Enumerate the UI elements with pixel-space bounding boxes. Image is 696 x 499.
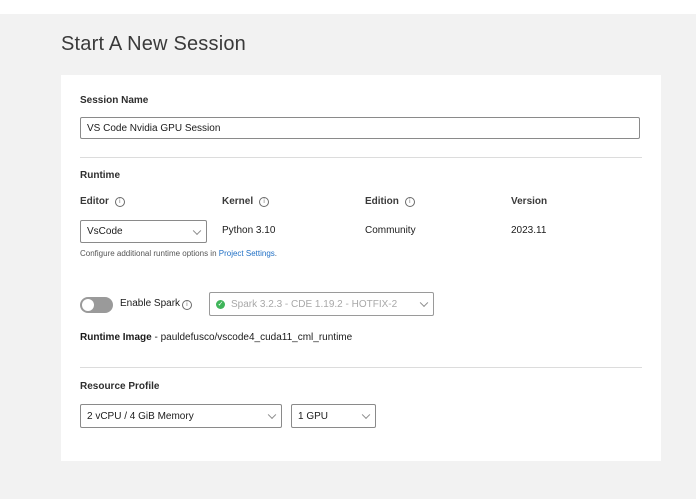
toggle-knob (82, 299, 94, 311)
info-icon[interactable]: i (259, 196, 270, 207)
spark-version-select[interactable]: ✓ Spark 3.2.3 - CDE 1.19.2 - HOTFIX-2 (209, 292, 434, 316)
runtime-image: Runtime Image - pauldefusco/vscode4_cuda… (80, 332, 352, 343)
session-form-card: Session Name Runtime Editor i Kernel i E… (61, 75, 661, 461)
runtime-image-label: Runtime Image (80, 332, 152, 343)
gpu-select[interactable]: 1 GPU (291, 404, 376, 428)
kernel-label: Kernel (222, 196, 254, 207)
check-circle-icon: ✓ (216, 299, 225, 309)
resource-profile-label: Resource Profile (80, 381, 160, 392)
enable-spark-label: Enable Spark (120, 298, 181, 309)
info-icon[interactable]: i (404, 196, 415, 207)
session-name-label: Session Name (80, 95, 149, 106)
chevron-down-icon (267, 410, 277, 420)
kernel-value: Python 3.10 (222, 225, 276, 236)
version-column-header: Version (511, 196, 547, 207)
chevron-down-icon (361, 410, 371, 420)
editor-label: Editor (80, 196, 109, 207)
page-title: Start A New Session (61, 33, 247, 55)
runtime-options-hint: Configure additional runtime options in … (80, 249, 277, 258)
editor-select[interactable]: VsCode (80, 220, 207, 243)
gpu-value: 1 GPU (298, 410, 329, 422)
chevron-down-icon (192, 226, 202, 235)
divider (80, 157, 642, 158)
hint-end: . (274, 249, 278, 258)
runtime-image-value: pauldefusco/vscode4_cuda11_cml_runtime (160, 332, 353, 343)
kernel-column-header: Kernel i (222, 196, 270, 207)
info-icon[interactable]: i (114, 196, 125, 207)
project-settings-link[interactable]: Project Settings (219, 249, 275, 258)
editor-select-value: VsCode (87, 226, 123, 237)
enable-spark-toggle[interactable] (80, 297, 113, 313)
editor-column-header: Editor i (80, 196, 125, 207)
session-name-input[interactable] (80, 117, 640, 139)
edition-column-header: Edition i (365, 196, 415, 207)
edition-value: Community (365, 225, 416, 236)
hint-text: Configure additional runtime options in (80, 249, 219, 258)
info-icon[interactable]: i (182, 300, 192, 310)
top-bar (0, 0, 696, 14)
runtime-heading: Runtime (80, 170, 120, 181)
resource-profile-select[interactable]: 2 vCPU / 4 GiB Memory (80, 404, 282, 428)
spark-version-value: Spark 3.2.3 - CDE 1.19.2 - HOTFIX-2 (231, 298, 398, 310)
chevron-down-icon (419, 298, 429, 308)
version-value: 2023.11 (511, 225, 547, 236)
runtime-image-separator: - (151, 332, 161, 343)
version-label: Version (511, 196, 548, 207)
divider (80, 367, 642, 368)
resource-profile-value: 2 vCPU / 4 GiB Memory (87, 410, 194, 422)
edition-label: Edition (365, 196, 399, 207)
